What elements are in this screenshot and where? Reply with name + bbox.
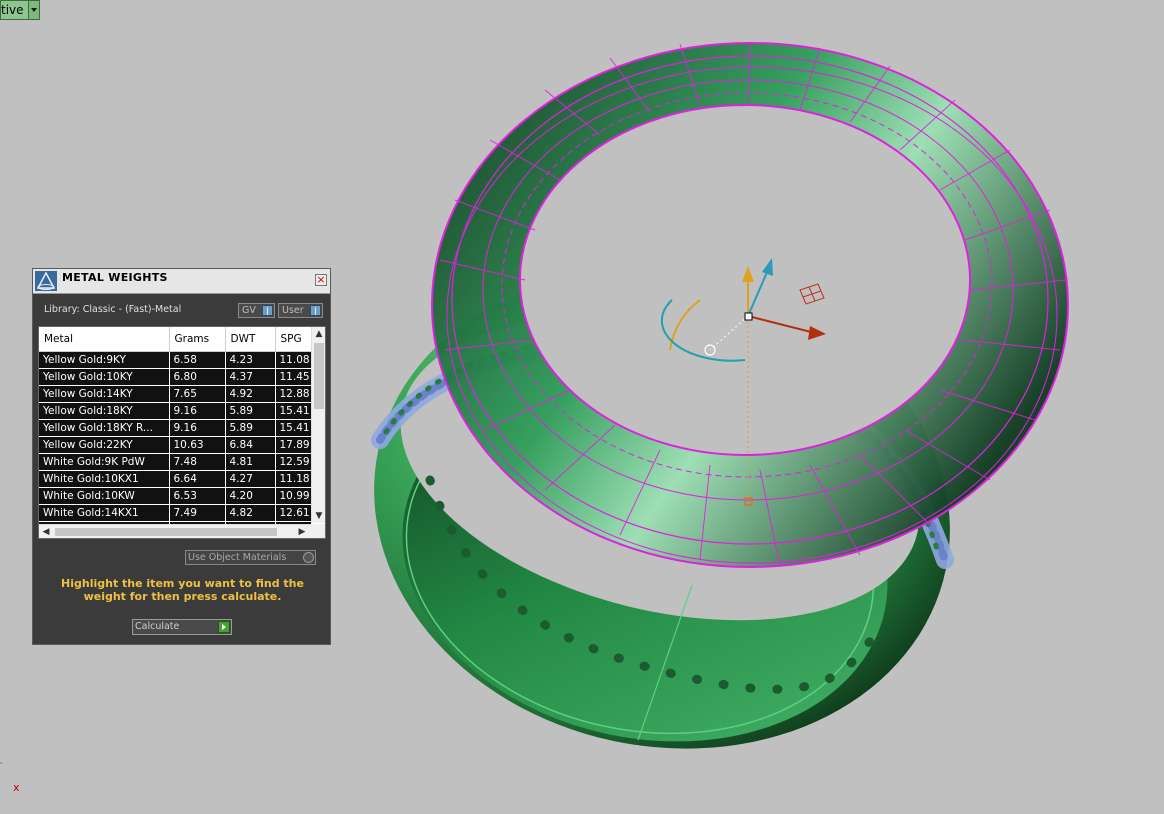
library-label: Library: Classic - (Fast)-Metal xyxy=(44,304,182,315)
cell-dwt: 4.37 xyxy=(225,368,276,386)
table-row[interactable]: White Gold:14KX1 7.49 4.82 12.61 xyxy=(39,504,312,522)
horizontal-scrollbar[interactable]: ◀ ▶ xyxy=(39,524,311,538)
table-row[interactable]: Yellow Gold:22KY 10.63 6.84 17.89 xyxy=(39,436,312,454)
cell-dwt: 4.82 xyxy=(225,504,276,522)
scroll-thumb[interactable] xyxy=(55,528,277,536)
radio-icon[interactable] xyxy=(303,552,314,563)
user-select-value: User xyxy=(282,305,304,316)
close-icon[interactable]: × xyxy=(315,274,327,286)
cell-dwt: 4.27 xyxy=(225,470,276,488)
panel-title: METAL WEIGHTS xyxy=(62,271,168,284)
cell-dwt: 5.89 xyxy=(225,419,276,437)
upper-ring-wireframe xyxy=(431,42,1069,568)
cell-metal: Yellow Gold:10KY xyxy=(39,368,170,386)
cell-spg: 12.88 xyxy=(275,385,312,403)
cell-metal: Yellow Gold:18KY xyxy=(39,402,170,420)
viewport-mode-label: tive xyxy=(1,3,24,17)
cell-grams: 10.63 xyxy=(169,436,226,454)
cell-metal: Yellow Gold:9KY xyxy=(39,351,170,369)
dropdown-button-icon[interactable]: | xyxy=(310,305,321,316)
table-row[interactable]: Yellow Gold:10KY 6.80 4.37 11.45 xyxy=(39,368,312,386)
cell-grams: 6.53 xyxy=(169,487,226,505)
cell-metal: Yellow Gold:18KY R... xyxy=(39,419,170,437)
scroll-up-icon[interactable]: ▲ xyxy=(312,327,325,341)
scroll-left-icon[interactable]: ◀ xyxy=(39,525,53,538)
metal-weights-panel: METAL WEIGHTS × Library: Classic - (Fast… xyxy=(32,268,331,645)
table-row[interactable]: White Gold:10KX1 6.64 4.27 11.18 xyxy=(39,470,312,488)
cell-dwt: 4.81 xyxy=(225,453,276,471)
cell-spg: 11.18 xyxy=(275,470,312,488)
use-object-materials-label: Use Object Materials xyxy=(188,552,287,563)
table-row[interactable]: Yellow Gold:18KY 9.16 5.89 15.41 xyxy=(39,402,312,420)
cell-grams: 9.16 xyxy=(169,419,226,437)
viewport-mode-dropdown[interactable]: tive xyxy=(0,0,40,20)
cell-spg: 11.45 xyxy=(275,368,312,386)
chevron-down-icon[interactable] xyxy=(27,1,39,19)
column-header-grams[interactable]: Grams xyxy=(169,327,226,352)
gv-select-value: GV xyxy=(242,305,256,316)
gemvision-logo-icon xyxy=(35,271,57,291)
user-library-select[interactable]: User | xyxy=(278,303,323,318)
cell-spg: 15.41 xyxy=(275,402,312,420)
table-row[interactable]: Yellow Gold:14KY 7.65 4.92 12.88 xyxy=(39,385,312,403)
cell-grams: 6.64 xyxy=(169,470,226,488)
use-object-materials-toggle[interactable]: Use Object Materials xyxy=(185,550,316,565)
scroll-right-icon[interactable]: ▶ xyxy=(295,525,309,538)
calculate-label: Calculate xyxy=(135,621,180,632)
cell-grams: 7.48 xyxy=(169,453,226,471)
scroll-down-icon[interactable]: ▼ xyxy=(312,509,325,523)
cell-metal: White Gold:10KW xyxy=(39,487,170,505)
table-row[interactable]: Yellow Gold:18KY R... 9.16 5.89 15.41 xyxy=(39,419,312,437)
scrollbar-corner xyxy=(311,524,325,538)
scroll-thumb[interactable] xyxy=(314,343,324,409)
cell-metal: Yellow Gold:22KY xyxy=(39,436,170,454)
cell-metal: White Gold:14KX1 xyxy=(39,504,170,522)
cell-grams: 7.49 xyxy=(169,504,226,522)
cell-grams: 6.80 xyxy=(169,368,226,386)
play-icon[interactable] xyxy=(218,621,230,633)
vertical-scrollbar[interactable]: ▲ ▼ xyxy=(311,327,325,523)
cell-spg: 15.41 xyxy=(275,419,312,437)
table-row[interactable]: White Gold:9K PdW 7.48 4.81 12.59 xyxy=(39,453,312,471)
cell-metal: Yellow Gold:14KY xyxy=(39,385,170,403)
table-row[interactable]: White Gold:10KW 6.53 4.20 10.99 xyxy=(39,487,312,505)
cell-spg: 11.08 xyxy=(275,351,312,369)
cell-spg: 17.89 xyxy=(275,436,312,454)
calculate-button[interactable]: Calculate xyxy=(132,619,232,635)
cell-spg: 12.61 xyxy=(275,504,312,522)
cell-grams: 6.58 xyxy=(169,351,226,369)
instruction-text: Highlight the item you want to find the … xyxy=(61,577,304,603)
cell-metal: White Gold:9K PdW xyxy=(39,453,170,471)
table-row[interactable]: Yellow Gold:9KY 6.58 4.23 11.08 xyxy=(39,351,312,369)
metal-weights-table[interactable]: Metal Grams DWT SPG Yellow Gold:9KY 6.58 4… xyxy=(38,326,326,539)
cell-grams: 9.16 xyxy=(169,402,226,420)
cell-dwt: 4.23 xyxy=(225,351,276,369)
column-header-spg[interactable]: SPG xyxy=(275,327,312,352)
axis-y-arc-icon: ◟ xyxy=(0,750,2,766)
dropdown-button-icon[interactable]: | xyxy=(262,305,273,316)
cell-dwt: 4.92 xyxy=(225,385,276,403)
cell-spg: 10.99 xyxy=(275,487,312,505)
axis-x-label: x xyxy=(13,781,20,794)
column-header-metal[interactable]: Metal xyxy=(39,327,170,352)
cell-dwt: 4.20 xyxy=(225,487,276,505)
cell-spg: 12.59 xyxy=(275,453,312,471)
panel-title-bar[interactable]: METAL WEIGHTS × xyxy=(33,269,330,294)
table-header-row: Metal Grams DWT SPG xyxy=(39,327,312,352)
cell-dwt: 5.89 xyxy=(225,402,276,420)
gv-library-select[interactable]: GV | xyxy=(238,303,275,318)
column-header-dwt[interactable]: DWT xyxy=(225,327,276,352)
cell-metal: White Gold:10KX1 xyxy=(39,470,170,488)
cell-grams: 7.65 xyxy=(169,385,226,403)
cell-dwt: 6.84 xyxy=(225,436,276,454)
